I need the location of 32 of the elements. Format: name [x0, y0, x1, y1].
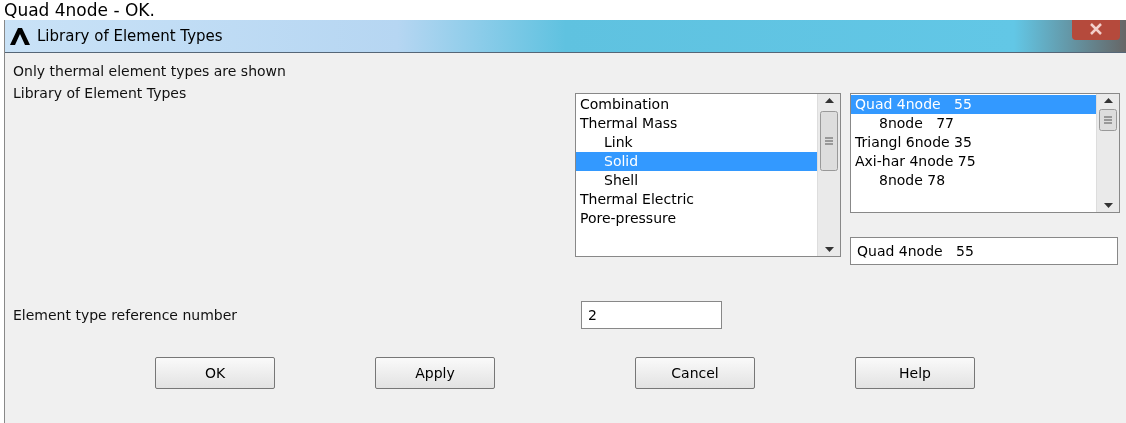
close-button[interactable] — [1072, 20, 1120, 40]
dialog-button[interactable]: Help — [855, 357, 975, 389]
list-item[interactable]: Triangl 6node 35 — [851, 133, 1096, 152]
list-box[interactable]: Combination Thermal Mass Link Solid Shell Thermal Electric Pore-pressure — [575, 93, 841, 257]
list-item[interactable]: Pore-pressure — [576, 209, 817, 228]
list-box[interactable]: Quad 4node 55 8node 77 Triangl 6node 35 Axi-har 4node 75 8node 78 — [850, 93, 1120, 213]
list-item[interactable]: Thermal Electric — [576, 190, 817, 209]
list-item[interactable]: Combination — [576, 95, 817, 114]
list-item[interactable]: 8node 77 — [851, 114, 1096, 133]
scroll-down-arrow-icon[interactable] — [1103, 203, 1113, 208]
list-item[interactable]: Thermal Mass — [576, 114, 817, 133]
scroll-up-arrow-icon[interactable] — [824, 98, 834, 103]
scroll-up-arrow-icon[interactable] — [1103, 98, 1113, 103]
info-text: Only thermal element types are shown — [13, 63, 287, 79]
reference-number-label: Element type reference number — [13, 307, 239, 323]
close-icon — [1089, 23, 1103, 35]
library-label: Library of Element Types — [13, 85, 188, 101]
app-logo-icon — [9, 27, 31, 45]
dialog-button[interactable]: Cancel — [635, 357, 755, 389]
list-item[interactable]: Axi-har 4node 75 — [851, 152, 1096, 171]
dialog-button[interactable]: OK — [155, 357, 275, 389]
caption-text: Quad 4node - OK. — [3, 0, 155, 20]
reference-number-field[interactable]: 2 — [581, 301, 722, 329]
list-item[interactable]: Link — [576, 133, 817, 152]
dialog-button[interactable]: Apply — [375, 357, 495, 389]
list-item[interactable]: Shell — [576, 171, 817, 190]
list-item[interactable]: 8node 78 — [851, 171, 1096, 190]
scroll-down-arrow-icon[interactable] — [824, 247, 834, 252]
window-title: Library of Element Types — [37, 27, 223, 45]
selection-field[interactable]: Quad 4node 55 — [850, 237, 1118, 265]
scroll-thumb-icon[interactable] — [820, 111, 838, 171]
scroll-thumb-icon[interactable] — [1099, 109, 1117, 131]
